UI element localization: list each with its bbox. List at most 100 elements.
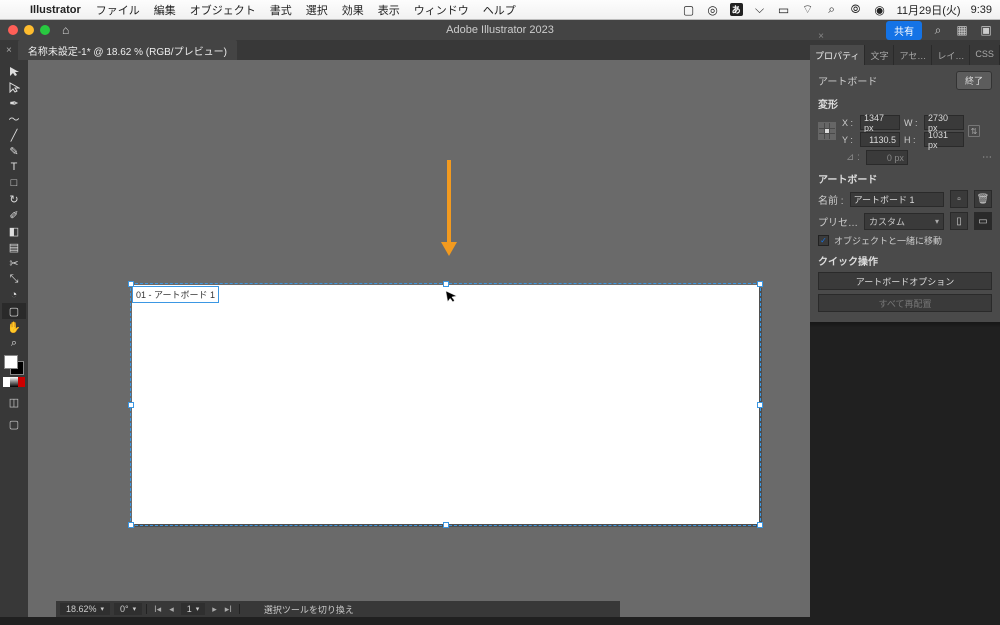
type-tool[interactable]: T bbox=[2, 159, 26, 175]
macos-menu-bar: Illustrator ファイル 編集 オブジェクト 書式 選択 効果 表示 ウ… bbox=[0, 0, 1000, 20]
artboard-options-button[interactable]: アートボードオプション bbox=[818, 272, 992, 290]
arrange-documents-icon[interactable]: ▦ bbox=[954, 22, 970, 38]
hand-tool[interactable]: ✋ bbox=[2, 319, 26, 335]
artboard[interactable] bbox=[132, 285, 759, 524]
preset-label: プリセ… bbox=[818, 214, 858, 229]
orientation-landscape-icon[interactable]: ▭ bbox=[974, 212, 992, 230]
delete-artboard-icon[interactable]: 🗑 bbox=[974, 190, 992, 208]
menu-view[interactable]: 表示 bbox=[378, 2, 400, 18]
menu-effect[interactable]: 効果 bbox=[342, 2, 364, 18]
panel-close-icon[interactable]: × bbox=[818, 31, 824, 42]
workspace-switcher-icon[interactable]: ▣ bbox=[978, 22, 994, 38]
artboard-name-input[interactable]: アートボード 1 bbox=[850, 192, 944, 207]
w-input[interactable]: 2730 px bbox=[924, 115, 964, 130]
close-tab-icon[interactable]: × bbox=[6, 45, 12, 56]
menubar-date[interactable]: 11月29日(火) bbox=[897, 2, 961, 18]
gradient-tool[interactable]: ▤ bbox=[2, 239, 26, 255]
scissors-tool[interactable]: ✂ bbox=[2, 255, 26, 271]
tab-assets[interactable]: アセ… bbox=[894, 45, 932, 65]
menubar-time[interactable]: 9:39 bbox=[971, 4, 992, 16]
y-label: Y : bbox=[842, 135, 856, 145]
preset-select[interactable]: カスタム bbox=[864, 213, 944, 230]
status-siri-icon[interactable]: ◉ bbox=[873, 3, 887, 17]
name-label: 名前 : bbox=[818, 192, 844, 207]
status-bar: 18.62%▾ 0°▾ I◂◂ 1▾ ▸▸I 選択ツールを切り換え bbox=[56, 601, 620, 617]
menu-help[interactable]: ヘルプ bbox=[483, 2, 516, 18]
properties-panel: × プロパティ 文字 アセ… レイ… CSS アートボード 終了 変形 X : … bbox=[810, 45, 1000, 328]
h-label: H : bbox=[904, 135, 920, 145]
status-search-icon[interactable]: ⌕ bbox=[825, 3, 839, 17]
more-options-icon[interactable]: ⋯ bbox=[982, 152, 992, 163]
artboard-page-field[interactable]: 1▾ bbox=[181, 603, 206, 615]
move-with-objects-label: オブジェクトと一緒に移動 bbox=[834, 234, 942, 247]
h-input[interactable]: 1031 px bbox=[924, 132, 964, 147]
share-button[interactable]: 共有 bbox=[886, 21, 922, 40]
tab-css[interactable]: CSS bbox=[970, 45, 1000, 65]
rotate-view-field[interactable]: 0°▾ bbox=[114, 603, 142, 615]
rotate-tool[interactable]: ↻ bbox=[2, 191, 26, 207]
orientation-portrait-icon[interactable]: ▯ bbox=[950, 212, 968, 230]
done-button[interactable]: 終了 bbox=[956, 71, 992, 90]
menu-file[interactable]: ファイル bbox=[96, 2, 140, 18]
titlebar-search-icon[interactable]: ⌕ bbox=[930, 22, 946, 38]
tab-properties[interactable]: プロパティ bbox=[810, 45, 865, 65]
artboard-nav-fwd[interactable]: ▸▸I bbox=[209, 604, 235, 615]
home-icon[interactable]: ⌂ bbox=[62, 23, 69, 37]
angle-label: ⊿ : bbox=[846, 152, 860, 163]
tool-panel: ✒ 〜 ╱ ✎ T □ ↻ ✐ ◧ ▤ ✂ ⤡ ◔ ▢ ✋ ⌕ ◫ ▢ bbox=[0, 60, 28, 617]
artboard-label[interactable]: 01 - アートボード 1 bbox=[132, 286, 219, 303]
menu-window[interactable]: ウィンドウ bbox=[414, 2, 469, 18]
document-tab[interactable]: 名称未設定-1* @ 18.62 % (RGB/プレビュー) bbox=[18, 40, 237, 61]
status-controlcenter-icon[interactable]: ⦾ bbox=[849, 3, 863, 17]
zoom-tool[interactable]: ⌕ bbox=[2, 335, 26, 351]
status-hint: 選択ツールを切り換え bbox=[264, 603, 354, 616]
line-tool[interactable]: ╱ bbox=[2, 127, 26, 143]
selection-tool[interactable] bbox=[2, 63, 26, 79]
status-wifi-icon[interactable]: ⌔ bbox=[801, 3, 815, 17]
draw-mode-icon[interactable]: ◫ bbox=[4, 395, 24, 409]
move-with-objects-checkbox[interactable]: ✓ オブジェクトと一緒に移動 bbox=[818, 234, 992, 247]
w-label: W : bbox=[904, 118, 920, 128]
panel-tabs: プロパティ 文字 アセ… レイ… CSS bbox=[810, 45, 1000, 65]
preset-value: カスタム bbox=[869, 215, 905, 228]
menu-select[interactable]: 選択 bbox=[306, 2, 328, 18]
status-bluetooth-icon[interactable]: ⌵ bbox=[753, 3, 767, 17]
window-minimize-button[interactable] bbox=[24, 25, 34, 35]
x-label: X : bbox=[842, 118, 856, 128]
curvature-tool[interactable]: 〜 bbox=[2, 111, 26, 127]
menubar-appname[interactable]: Illustrator bbox=[30, 4, 81, 16]
status-battery-icon[interactable]: ▭ bbox=[777, 3, 791, 17]
paintbrush-tool[interactable]: ✎ bbox=[2, 143, 26, 159]
menu-type[interactable]: 書式 bbox=[270, 2, 292, 18]
screen-mode-icon[interactable]: ▢ bbox=[4, 417, 24, 431]
x-input[interactable]: 1347 px bbox=[860, 115, 900, 130]
tab-layers[interactable]: レイ… bbox=[932, 45, 970, 65]
eraser-tool[interactable]: ◧ bbox=[2, 223, 26, 239]
zoom-field[interactable]: 18.62%▾ bbox=[60, 603, 110, 615]
rectangle-tool[interactable]: □ bbox=[2, 175, 26, 191]
artboard-tool[interactable]: ▢ bbox=[2, 303, 26, 319]
link-wh-icon[interactable]: ⇅ bbox=[968, 125, 980, 137]
status-ime-icon[interactable]: あ bbox=[730, 3, 743, 16]
fill-stroke-swatch[interactable] bbox=[4, 355, 24, 375]
reference-point-selector[interactable] bbox=[818, 122, 838, 140]
pen-tool[interactable]: ✒ bbox=[2, 95, 26, 111]
new-artboard-icon[interactable]: ▫ bbox=[950, 190, 968, 208]
menu-edit[interactable]: 編集 bbox=[154, 2, 176, 18]
y-input[interactable]: 1130.5 bbox=[860, 132, 900, 147]
section-artboard-label: アートボード bbox=[818, 73, 877, 88]
window-zoom-button[interactable] bbox=[40, 25, 50, 35]
status-circle-icon[interactable]: ◎ bbox=[706, 3, 720, 17]
menu-object[interactable]: オブジェクト bbox=[190, 2, 256, 18]
eyedropper-tool[interactable]: ✐ bbox=[2, 207, 26, 223]
window-close-button[interactable] bbox=[8, 25, 18, 35]
canvas[interactable]: 01 - アートボード 1 18.62%▾ 0°▾ I◂◂ 1▾ ▸▸I 選択ツ… bbox=[28, 60, 810, 617]
page-value: 1 bbox=[187, 604, 192, 614]
direct-selection-tool[interactable] bbox=[2, 79, 26, 95]
shape-builder-tool[interactable]: ◔ bbox=[2, 287, 26, 303]
artboard-nav[interactable]: I◂◂ bbox=[151, 604, 177, 615]
tab-character[interactable]: 文字 bbox=[865, 45, 894, 65]
status-sidecar-icon[interactable]: ▢ bbox=[682, 3, 696, 17]
color-mode-switch[interactable] bbox=[3, 377, 25, 387]
free-transform-tool[interactable]: ⤡ bbox=[2, 271, 26, 287]
